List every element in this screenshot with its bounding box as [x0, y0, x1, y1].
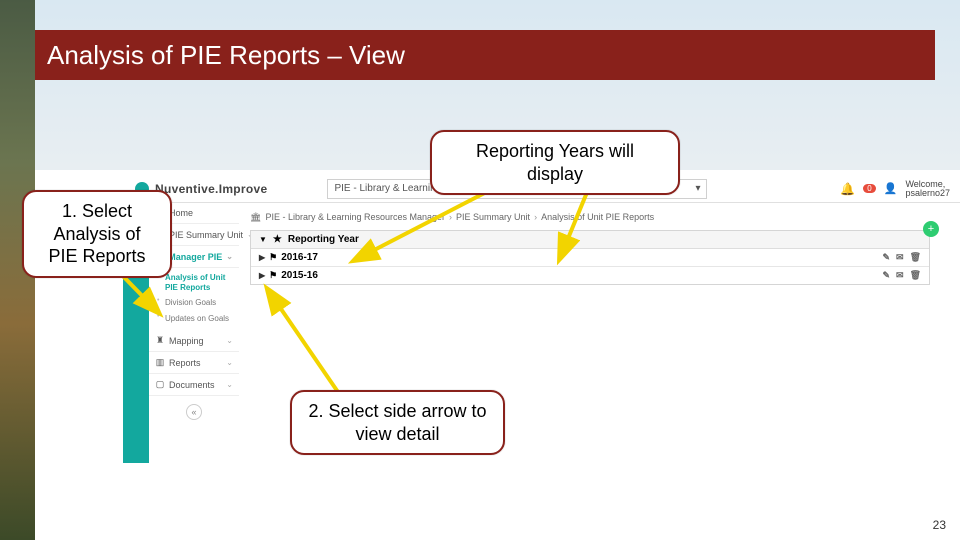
user-icon[interactable]: 👤	[884, 182, 898, 195]
reporting-year-panel: + ▼ ★ Reporting Year ▶ ⚑ 2016-17 ✎ ✉ 🗑 ▶…	[250, 230, 930, 285]
copy-icon[interactable]: ✉	[896, 270, 904, 281]
chevron-down-icon: ⌄	[226, 358, 233, 367]
sidebar-label-reports: Reports	[169, 358, 201, 368]
welcome-user: psalerno27	[905, 189, 950, 198]
bell-icon[interactable]: 🔔	[840, 182, 855, 196]
sidebar-label-mapping: Mapping	[169, 336, 204, 346]
sidebar-sub-division[interactable]: Division Goals	[157, 295, 239, 311]
callout-reporting-years: Reporting Years will display	[430, 130, 680, 195]
building-icon: 🏛	[250, 212, 261, 223]
flag-icon: ⚑	[269, 252, 277, 263]
brand-suffix: Improve	[219, 182, 268, 196]
welcome-block: Welcome, psalerno27	[905, 180, 950, 198]
sidebar-label-documents: Documents	[169, 380, 215, 390]
callout-text: 1. Select Analysis of PIE Reports	[48, 201, 145, 266]
year-row[interactable]: ▶ ⚑ 2016-17 ✎ ✉ 🗑	[251, 249, 929, 267]
delete-icon[interactable]: 🗑	[910, 252, 921, 263]
panel-heading-row[interactable]: ▼ ★ Reporting Year	[251, 231, 929, 249]
notification-badge: 0	[863, 184, 875, 193]
flag-icon: ⚑	[269, 270, 277, 281]
slide-title: Analysis of PIE Reports – View	[47, 40, 405, 71]
sidebar-label-home: Home	[169, 208, 193, 218]
panel-heading-text: Reporting Year	[288, 234, 359, 245]
sidebar-sub-updates[interactable]: Updates on Goals	[157, 311, 239, 327]
sidebar-subitems: Analysis of Unit PIE Reports Division Go…	[149, 268, 239, 330]
sidebar-label-summary-unit: PIE Summary Unit	[169, 230, 243, 240]
header-right: 🔔 0 👤 Welcome, psalerno27	[840, 180, 960, 198]
delete-icon[interactable]: 🗑	[910, 270, 921, 281]
collapse-sidebar-button[interactable]: «	[186, 404, 202, 420]
copy-icon[interactable]: ✉	[896, 252, 904, 263]
breadcrumb-sep: ›	[449, 212, 452, 222]
expand-arrow-icon[interactable]: ▶	[259, 253, 265, 262]
row-actions: ✎ ✉ 🗑	[882, 270, 921, 281]
add-button[interactable]: +	[923, 221, 939, 237]
callout-text: Reporting Years will display	[476, 141, 634, 184]
disclosure-down-icon: ▼	[259, 235, 267, 244]
sidebar-sub-label: Updates on Goals	[165, 314, 229, 323]
folder-icon: ▢	[155, 379, 165, 390]
sidebar-sub-label: Division Goals	[165, 298, 216, 307]
breadcrumb-3: Analysis of Unit PIE Reports	[541, 212, 654, 222]
callout-step-2: 2. Select side arrow to view detail	[290, 390, 505, 455]
star-icon: ★	[273, 234, 282, 245]
sidebar-item-reports[interactable]: ▥ Reports ⌄	[149, 352, 239, 374]
chevron-down-icon: ⌄	[226, 252, 233, 261]
chevron-down-icon: ⌄	[226, 336, 233, 345]
sidebar-item-documents[interactable]: ▢ Documents ⌄	[149, 374, 239, 396]
report-icon: ▥	[155, 357, 165, 368]
sidebar-label-manager-pie: Manager PIE	[168, 252, 222, 262]
year-label: 2015-16	[281, 270, 318, 281]
chevron-down-icon: ⌄	[226, 380, 233, 389]
breadcrumb-2[interactable]: PIE Summary Unit	[456, 212, 530, 222]
row-actions: ✎ ✉ 🗑	[882, 252, 921, 263]
callout-step-1: 1. Select Analysis of PIE Reports	[22, 190, 172, 278]
edit-icon[interactable]: ✎	[882, 270, 890, 281]
hierarchy-icon: ♜	[155, 335, 165, 346]
slide-title-bar: Analysis of PIE Reports – View	[35, 30, 935, 80]
sidebar-sub-analysis[interactable]: Analysis of Unit PIE Reports	[157, 270, 239, 295]
page-number: 23	[933, 518, 946, 532]
sidebar-item-mapping[interactable]: ♜ Mapping ⌄	[149, 330, 239, 352]
chevron-down-icon: ▾	[695, 183, 700, 194]
brand-name: Nuventive.Improve	[155, 182, 267, 196]
breadcrumb-sep: ›	[534, 212, 537, 222]
sidebar-sub-label: Analysis of Unit PIE Reports	[165, 273, 225, 292]
year-label: 2016-17	[281, 252, 318, 263]
breadcrumb-1[interactable]: PIE - Library & Learning Resources Manag…	[265, 212, 445, 222]
callout-text: 2. Select side arrow to view detail	[308, 401, 486, 444]
expand-arrow-icon[interactable]: ▶	[259, 271, 265, 280]
breadcrumb: 🏛 PIE - Library & Learning Resources Man…	[250, 209, 950, 225]
edit-icon[interactable]: ✎	[882, 252, 890, 263]
year-row[interactable]: ▶ ⚑ 2015-16 ✎ ✉ 🗑	[251, 267, 929, 284]
